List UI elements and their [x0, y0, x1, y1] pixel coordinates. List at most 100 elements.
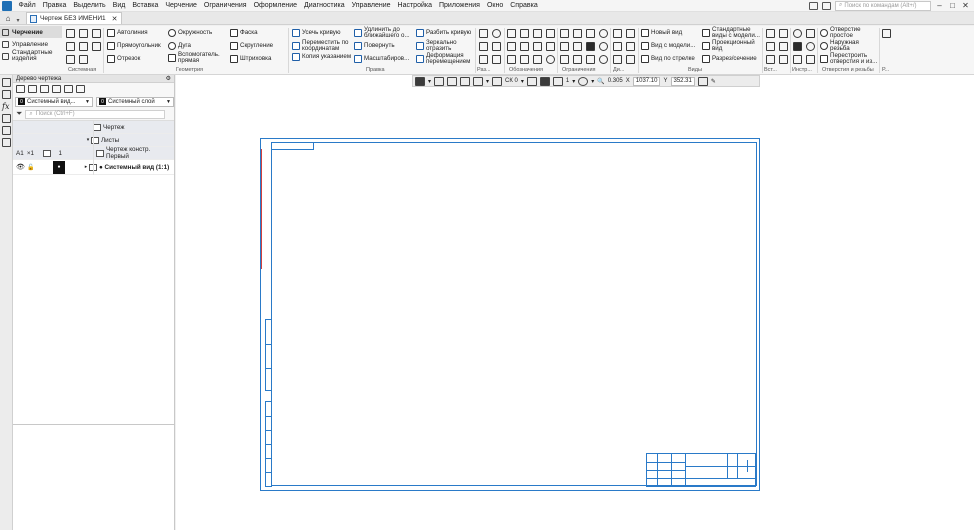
- chevron-down-icon[interactable]: ▾: [14, 17, 22, 24]
- angle-constraint-icon[interactable]: [573, 42, 582, 51]
- tool-trim-curve[interactable]: Усечь кривую: [292, 29, 341, 37]
- insert-macro-icon[interactable]: [766, 55, 775, 64]
- layers-panel-icon[interactable]: [2, 114, 11, 123]
- line-mark-icon[interactable]: [507, 55, 516, 64]
- chevron-down-icon[interactable]: ▾: [521, 78, 524, 85]
- concentric-icon[interactable]: [599, 42, 608, 51]
- panel-splitter[interactable]: [13, 424, 174, 425]
- y-coord-field[interactable]: 352.31: [670, 76, 695, 86]
- filter-icon[interactable]: ⏷: [16, 109, 22, 119]
- tool-split-curve[interactable]: Разбить кривую: [416, 29, 471, 37]
- diag-measure-icon[interactable]: [613, 42, 622, 51]
- properties-icon[interactable]: [79, 42, 88, 51]
- tool-fillet[interactable]: Скругление: [230, 42, 273, 50]
- tool-cross-icon[interactable]: [806, 55, 815, 64]
- tool-section[interactable]: Разрез/сечение: [702, 55, 757, 63]
- tree-search-input[interactable]: ⌕ Поиск (Ctrl+F): [25, 109, 166, 119]
- zoom-value[interactable]: 0.305: [608, 78, 623, 84]
- filter-view-icon[interactable]: [52, 85, 61, 93]
- insert-table-icon[interactable]: [779, 55, 788, 64]
- tool-hatch[interactable]: Штриховка: [230, 55, 271, 63]
- menu-design[interactable]: Оформление: [250, 2, 300, 9]
- maximize-icon[interactable]: □: [948, 1, 957, 10]
- report-icon[interactable]: [882, 29, 891, 38]
- insert-image-icon[interactable]: [766, 29, 775, 38]
- menu-edit[interactable]: Правка: [39, 2, 70, 9]
- angular-dim-icon[interactable]: [492, 42, 501, 51]
- tool-scale[interactable]: Масштабиров...: [354, 55, 409, 63]
- menu-view[interactable]: Вид: [109, 2, 129, 9]
- diameter-icon[interactable]: [492, 29, 501, 38]
- snap-icon[interactable]: [447, 76, 458, 86]
- tree-view-icon[interactable]: [16, 85, 25, 93]
- tool-instrument-icon[interactable]: [793, 29, 802, 38]
- tool-rectangle[interactable]: Прямоугольник: [107, 42, 161, 50]
- roughness-icon[interactable]: [533, 29, 542, 38]
- eye-icon[interactable]: 👁: [13, 163, 27, 171]
- layout-icon[interactable]: [809, 1, 818, 10]
- menu-diagnostics[interactable]: Диагностика: [301, 2, 349, 9]
- menu-window[interactable]: Окно: [483, 2, 506, 9]
- x-coord-field[interactable]: 1037.10: [632, 76, 661, 86]
- grid-icon[interactable]: [473, 76, 484, 86]
- fix-point-icon[interactable]: [599, 29, 608, 38]
- command-search-input[interactable]: ⌕ Поиск по командам (Alt+/): [835, 0, 931, 11]
- home-icon[interactable]: ⌂: [2, 13, 14, 24]
- diag-select-icon[interactable]: [626, 29, 635, 38]
- text-a-icon[interactable]: [507, 42, 516, 51]
- chevron-down-icon[interactable]: ▾: [486, 78, 489, 85]
- weld-icon[interactable]: [546, 42, 555, 51]
- diag-area-icon[interactable]: [626, 42, 635, 51]
- insert-picture-icon[interactable]: [766, 42, 775, 51]
- step-cursor-icon[interactable]: [552, 76, 563, 86]
- layer-select[interactable]: 0 Системный слой ▼: [96, 96, 174, 107]
- tool-fill-icon[interactable]: [793, 42, 802, 51]
- menu-insert[interactable]: Вставка: [129, 2, 162, 9]
- menu-settings[interactable]: Настройка: [394, 2, 435, 9]
- menu-applications[interactable]: Приложения: [436, 2, 484, 9]
- diag-check-icon[interactable]: [613, 29, 622, 38]
- tool-arrow-view[interactable]: Вид по стрелке: [641, 55, 695, 63]
- break-dim-icon[interactable]: [479, 55, 488, 64]
- zoom-window-icon[interactable]: [578, 76, 589, 86]
- rebuild-icon[interactable]: [434, 76, 445, 86]
- tool-deform[interactable]: Деформация перемещением: [416, 52, 474, 65]
- mode-drawing[interactable]: Черчение: [0, 26, 62, 38]
- center-mark-icon[interactable]: [546, 55, 555, 64]
- parallel-icon[interactable]: [560, 29, 569, 38]
- fill-constraint-icon[interactable]: [586, 42, 595, 51]
- text-t-icon[interactable]: [520, 55, 529, 64]
- text-a-alt-icon[interactable]: [520, 42, 529, 51]
- tool-autoline[interactable]: Автолиния: [107, 29, 148, 37]
- step-icon[interactable]: [539, 76, 550, 86]
- properties-panel-icon[interactable]: [2, 90, 11, 99]
- view-color-swatch[interactable]: ●: [53, 160, 65, 174]
- chevron-down-icon[interactable]: ▾: [428, 78, 431, 85]
- chevron-down-icon[interactable]: ▾: [591, 78, 594, 85]
- tool-external-thread[interactable]: Наружная резьба: [820, 39, 878, 52]
- tool-line-icon[interactable]: [806, 29, 815, 38]
- fragment-icon[interactable]: [76, 85, 85, 93]
- cut-icon[interactable]: [92, 42, 101, 51]
- save-icon[interactable]: [92, 29, 101, 38]
- tool-standard-views[interactable]: Стандартные виды с модели...: [702, 26, 762, 39]
- tool-ring-icon[interactable]: [806, 42, 815, 51]
- new-document-icon[interactable]: [66, 29, 75, 38]
- layer-icon[interactable]: [40, 85, 49, 93]
- collinear-icon[interactable]: [560, 55, 569, 64]
- tool-chamfer[interactable]: Фаска: [230, 29, 258, 37]
- menu-drawing[interactable]: Черчение: [162, 2, 201, 9]
- menu-select[interactable]: Выделить: [70, 2, 109, 9]
- tool-projection-view[interactable]: Проекционный вид: [702, 39, 762, 52]
- perpendicular-icon[interactable]: [560, 42, 569, 51]
- variables-fx-icon[interactable]: fx: [2, 102, 10, 111]
- pipette-icon[interactable]: ✎: [711, 78, 716, 85]
- lock-icon[interactable]: 🔓: [27, 164, 53, 171]
- tool-mirror[interactable]: Зеркально отразить: [416, 39, 474, 52]
- local-cs-icon[interactable]: [697, 76, 708, 86]
- base-icon[interactable]: [546, 29, 555, 38]
- tool-rebuild-holes[interactable]: Перестроить отверстия и из...: [820, 52, 878, 65]
- ortho-icon[interactable]: [460, 76, 471, 86]
- position-icon[interactable]: [520, 29, 529, 38]
- coordinate-system-icon[interactable]: [492, 76, 503, 86]
